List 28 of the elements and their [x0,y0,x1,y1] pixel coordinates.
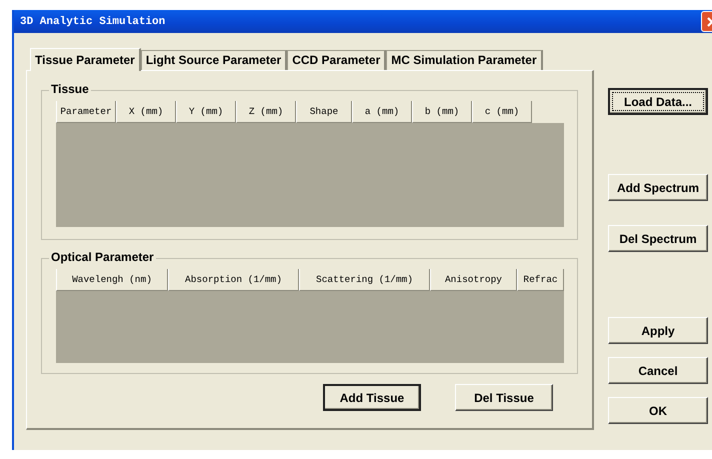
dialog-button[interactable]: Del Spectrum [608,225,708,252]
column-header[interactable]: Absorption (1/mm) [168,269,299,291]
column-header[interactable]: a (mm) [352,101,412,123]
tab[interactable]: Tissue Parameter [30,48,141,71]
window-title: 3D Analytic Simulation [20,16,166,28]
dialog-button[interactable]: Add Spectrum [608,174,708,201]
column-header[interactable]: b (mm) [412,101,472,123]
tab[interactable]: CCD Parameter [287,50,386,70]
column-header[interactable]: c (mm) [472,101,532,123]
column-header[interactable]: Anisotropy [430,269,517,291]
group-title: Optical Parameter [49,250,156,264]
column-header[interactable]: X (mm) [116,101,176,123]
column-header[interactable]: Parameter [56,101,116,123]
column-header[interactable]: Refrac [517,269,564,291]
dialog-button[interactable]: Del Tissue [455,384,553,411]
dialog-button[interactable]: OK [608,397,708,424]
group-title: Tissue [49,82,91,96]
column-header[interactable]: Wavelengh (nm) [56,269,168,291]
column-header[interactable]: Shape [296,101,352,123]
column-header[interactable]: Z (mm) [236,101,296,123]
dialog-button[interactable]: Apply [608,317,708,344]
tab[interactable]: MC Simulation Parameter [386,50,543,70]
column-header[interactable]: Scattering (1/mm) [299,269,430,291]
tab[interactable]: Light Source Parameter [140,50,288,70]
dialog-button[interactable]: Add Tissue [323,384,421,411]
column-header[interactable]: Y (mm) [176,101,236,123]
dialog-button[interactable]: Load Data... [608,88,708,115]
dialog-button[interactable]: Cancel [608,357,708,384]
